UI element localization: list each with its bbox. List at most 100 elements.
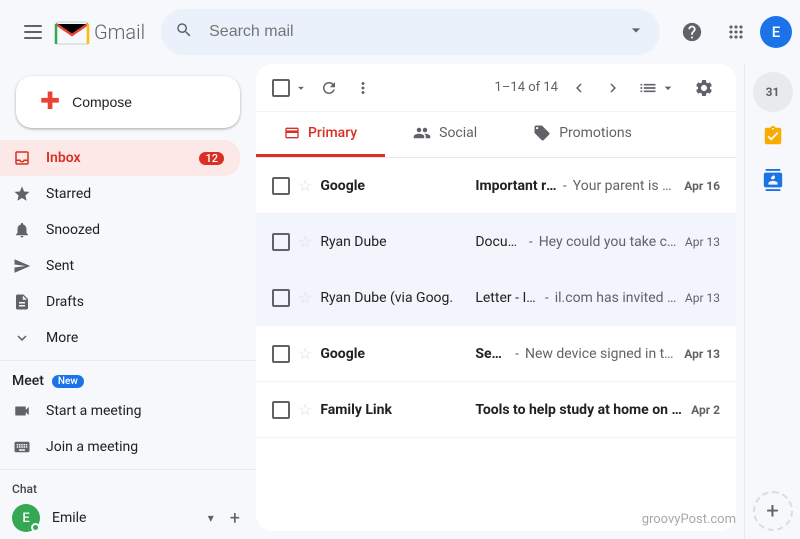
search-dropdown-icon[interactable] (626, 20, 646, 44)
email-subject: Important reminder about your Google Acc… (475, 178, 557, 194)
chat-user-name: Emile (52, 510, 196, 526)
inbox-badge: 12 (199, 152, 224, 165)
row-star[interactable]: ☆ (298, 232, 312, 251)
sidebar-item-sent[interactable]: Sent (0, 248, 240, 284)
compose-plus-icon: ✚ (40, 90, 60, 114)
sidebar-divider (0, 360, 256, 361)
select-checkbox-wrap[interactable] (272, 79, 310, 97)
meet-section-label: Meet New (0, 365, 256, 393)
chat-add-icon[interactable]: + (230, 508, 240, 529)
email-snippet: Hey could you take care of this paragrap… (539, 234, 677, 250)
compose-button[interactable]: ✚ Compose (16, 76, 240, 128)
chat-user-item[interactable]: E Emile ▾ + (0, 500, 256, 536)
tab-social[interactable]: Social (385, 112, 505, 157)
settings-button[interactable] (688, 72, 720, 104)
settings-icon (694, 78, 714, 98)
gmail-m-icon (54, 18, 90, 46)
search-icon (175, 21, 193, 43)
view-dropdown-icon (660, 80, 676, 96)
email-sender: Ryan Dube (320, 234, 475, 250)
search-input[interactable] (161, 9, 660, 55)
row-checkbox[interactable] (272, 289, 290, 307)
pager: 1–14 of 14 (495, 75, 626, 101)
help-button[interactable] (672, 12, 712, 52)
more-options-button[interactable] (348, 73, 378, 103)
table-row[interactable]: ☆ Google Important reminder about your G… (256, 158, 736, 214)
keyboard-icon (12, 438, 32, 456)
email-area: 1–14 of 14 Primary (256, 64, 736, 531)
avatar[interactable]: E (760, 16, 792, 48)
more-chevron-icon (12, 329, 32, 347)
email-subject: Letter - Invitation to edit (475, 290, 539, 306)
sidebar-item-start-meeting[interactable]: Start a meeting (0, 393, 240, 429)
add-panel-button[interactable]: + (753, 491, 793, 531)
contacts-icon (762, 169, 784, 191)
chevron-left-icon (570, 79, 588, 97)
email-date: Apr 2 (691, 403, 720, 417)
hamburger-icon (24, 23, 42, 41)
email-date: Apr 13 (685, 235, 720, 249)
chat-user-dropdown-icon: ▾ (208, 511, 214, 525)
row-checkbox[interactable] (272, 233, 290, 251)
tasks-panel-button[interactable] (753, 116, 793, 156)
calendar-panel-button[interactable]: 31 (753, 72, 793, 112)
sidebar-divider-2 (0, 469, 256, 470)
tab-promotions-label: Promotions (559, 125, 632, 141)
online-status-dot (31, 523, 40, 532)
row-checkbox[interactable] (272, 401, 290, 419)
email-date: Apr 13 (685, 291, 720, 305)
contacts-panel-button[interactable] (753, 160, 793, 200)
separator: - (563, 178, 567, 194)
table-row[interactable]: ☆ Ryan Dube Document Comment - Hey could… (256, 214, 736, 270)
right-panel: 31 + (744, 64, 800, 539)
help-icon (681, 21, 703, 43)
search-bar (161, 9, 660, 55)
view-select-button[interactable] (630, 74, 684, 102)
chat-avatar: E (12, 504, 40, 532)
email-snippet: il.com has invited you to edit the follo… (555, 290, 677, 306)
row-star[interactable]: ☆ (298, 176, 312, 195)
sidebar-item-inbox[interactable]: Inbox 12 (0, 140, 240, 176)
view-list-icon (638, 78, 658, 98)
select-dropdown-button[interactable] (292, 79, 310, 97)
row-checkbox[interactable] (272, 345, 290, 363)
starred-icon (12, 185, 32, 203)
sidebar-item-snoozed[interactable]: Snoozed (0, 212, 240, 248)
tab-promotions[interactable]: Promotions (505, 112, 660, 157)
pager-prev-button[interactable] (566, 75, 592, 101)
chat-section-label: Chat (0, 474, 256, 500)
sidebar-item-join-meeting[interactable]: Join a meeting (0, 429, 240, 465)
social-tab-icon (413, 124, 431, 142)
select-all-checkbox[interactable] (272, 79, 290, 97)
refresh-button[interactable] (314, 73, 344, 103)
promotions-tab-icon (533, 124, 551, 142)
tab-primary-label: Primary (308, 125, 357, 141)
row-star[interactable]: ☆ (298, 288, 312, 307)
email-content: Tools to help study at home on Chromeboo… (475, 402, 683, 418)
join-meeting-label: Join a meeting (46, 439, 138, 455)
table-row[interactable]: ☆ Ryan Dube (via Goog. Letter - Invitati… (256, 270, 736, 326)
row-star[interactable]: ☆ (298, 400, 312, 419)
sidebar-item-label-more: More (46, 330, 78, 346)
table-row[interactable]: ☆ Family Link Tools to help study at hom… (256, 382, 736, 438)
email-subject: Document Comment (475, 234, 522, 250)
sidebar-item-drafts[interactable]: Drafts (0, 284, 240, 320)
sidebar-item-label-sent: Sent (46, 258, 74, 274)
hamburger-button[interactable] (16, 15, 50, 49)
sent-icon (12, 257, 32, 275)
gmail-logo: Gmail (54, 18, 145, 46)
watermark: groovyPost.com (642, 512, 736, 527)
email-date: Apr 13 (684, 347, 720, 361)
row-checkbox[interactable] (272, 177, 290, 195)
sidebar-item-more[interactable]: More (0, 320, 240, 356)
email-toolbar: 1–14 of 14 (256, 64, 736, 112)
sidebar-item-starred[interactable]: Starred (0, 176, 240, 212)
email-content: Important reminder about your Google Acc… (475, 178, 676, 194)
chevron-right-icon (604, 79, 622, 97)
apps-button[interactable] (716, 12, 756, 52)
pager-next-button[interactable] (600, 75, 626, 101)
tab-primary[interactable]: Primary (256, 112, 385, 157)
table-row[interactable]: ☆ Google Security alert - New device sig… (256, 326, 736, 382)
row-star[interactable]: ☆ (298, 344, 312, 363)
meet-new-badge: New (52, 375, 84, 388)
